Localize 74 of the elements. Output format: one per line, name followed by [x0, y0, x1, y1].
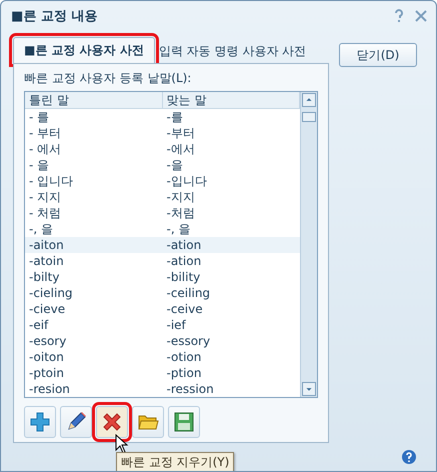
table-cell-text: - 입니다 — [28, 173, 74, 189]
list-row[interactable]: -atoin -ation — [25, 253, 300, 269]
table-cell-text: -지지 — [166, 189, 196, 205]
list-row[interactable]: -esory -essory — [25, 333, 300, 349]
list-row[interactable]: - 입니다 -입니다 — [25, 173, 300, 189]
table-cell-text: - 처럼 — [28, 205, 62, 221]
table-cell-text: -을 — [166, 157, 184, 173]
tooltip: 빠른 교정 지우기(Y) — [116, 452, 234, 471]
table-cell-text: -cieling — [28, 285, 74, 301]
table-cell-text: -resion — [28, 381, 71, 397]
scroll-down-icon[interactable] — [302, 382, 316, 396]
table-cell-text: - 지지 — [28, 189, 62, 205]
list-row[interactable]: -cieve -ceive — [25, 301, 300, 317]
toolbar-button[interactable] — [132, 406, 164, 438]
toolbar-button[interactable] — [24, 406, 56, 438]
table-cell-text: -aiton — [28, 237, 65, 253]
list-row[interactable]: -bilty -bility — [25, 269, 300, 285]
list-row[interactable]: - 을 -을 — [25, 157, 300, 173]
table-cell-text: -esory — [28, 333, 68, 349]
list-row[interactable]: -cieling -ceiling — [25, 285, 300, 301]
table-cell-text: -oiton — [28, 349, 65, 365]
list-row[interactable]: -, 을 -, 을 — [25, 221, 300, 237]
list-row[interactable]: -aiton -ation — [25, 237, 300, 253]
table-cell-text: -를 — [166, 109, 184, 125]
table-cell-text: -ceive — [166, 301, 204, 317]
table-cell-text: -ceiling — [166, 285, 212, 301]
table-cell-text: -bilty — [28, 269, 60, 285]
list-row[interactable]: - 를 -를 — [25, 109, 300, 125]
toolbar-button[interactable] — [60, 406, 92, 438]
window-title: ■른 교정 내용 — [11, 8, 98, 25]
column-header[interactable]: 틀린 말 — [25, 92, 162, 108]
table-cell-text: -otion — [166, 349, 202, 365]
close-button[interactable]: 닫기(D) — [339, 43, 417, 67]
cross-icon — [101, 411, 123, 433]
list-label: 빠른 교정 사용자 등록 낱말(L): — [24, 70, 192, 87]
table-cell-text: - 를 — [28, 109, 50, 125]
close-icon[interactable] — [414, 9, 428, 23]
table-cell-text: - 부터 — [28, 125, 62, 141]
plus-icon — [29, 411, 51, 433]
list-row[interactable]: -ptoin -ption — [25, 365, 300, 381]
pencil-icon — [65, 411, 87, 433]
table-cell-text: - 을 — [28, 157, 50, 173]
table-cell-text: -eif — [28, 317, 50, 333]
list-row[interactable]: -resion -ression — [25, 381, 300, 397]
table-cell-text: -ation — [166, 237, 202, 253]
table-cell-text: -ression — [166, 381, 215, 397]
tab[interactable]: 입력 자동 명령 사용자 사전 — [154, 40, 310, 63]
table-cell-text: -cieve — [28, 301, 66, 317]
list-row[interactable]: -eif -ief — [25, 317, 300, 333]
table-cell-text: -essory — [166, 333, 212, 349]
table-cell-text: -ptoin — [28, 365, 65, 381]
list-row[interactable]: - 에서 -에서 — [25, 141, 300, 157]
table-cell-text: -부터 — [166, 125, 196, 141]
table-cell-text: -에서 — [166, 141, 196, 157]
list-row[interactable]: -oiton -otion — [25, 349, 300, 365]
toolbar-button[interactable] — [168, 406, 200, 438]
scrollbar[interactable] — [300, 92, 317, 397]
list-row[interactable]: - 처럼 -처럼 — [25, 205, 300, 221]
table-cell-text: -처럼 — [166, 205, 196, 221]
table-cell-text: -atoin — [28, 253, 65, 269]
table-cell-text: -ption — [166, 365, 202, 381]
scroll-thumb[interactable] — [302, 112, 316, 122]
table-cell-text: -bility — [166, 269, 202, 285]
table-cell-text: - 에서 — [28, 141, 62, 157]
table-cell-text: -ief — [166, 317, 187, 333]
list-row[interactable]: - 부터 -부터 — [25, 125, 300, 141]
help-icon[interactable] — [392, 9, 406, 23]
table-cell-text: -, 을 — [166, 221, 192, 237]
table-cell-text: -ation — [166, 253, 202, 269]
help-icon[interactable] — [401, 449, 417, 465]
list-row[interactable]: - 지지 -지지 — [25, 189, 300, 205]
scroll-up-icon[interactable] — [302, 93, 316, 107]
table-cell-text: -, 을 — [28, 221, 54, 237]
table-cell-text: -입니다 — [166, 173, 208, 189]
